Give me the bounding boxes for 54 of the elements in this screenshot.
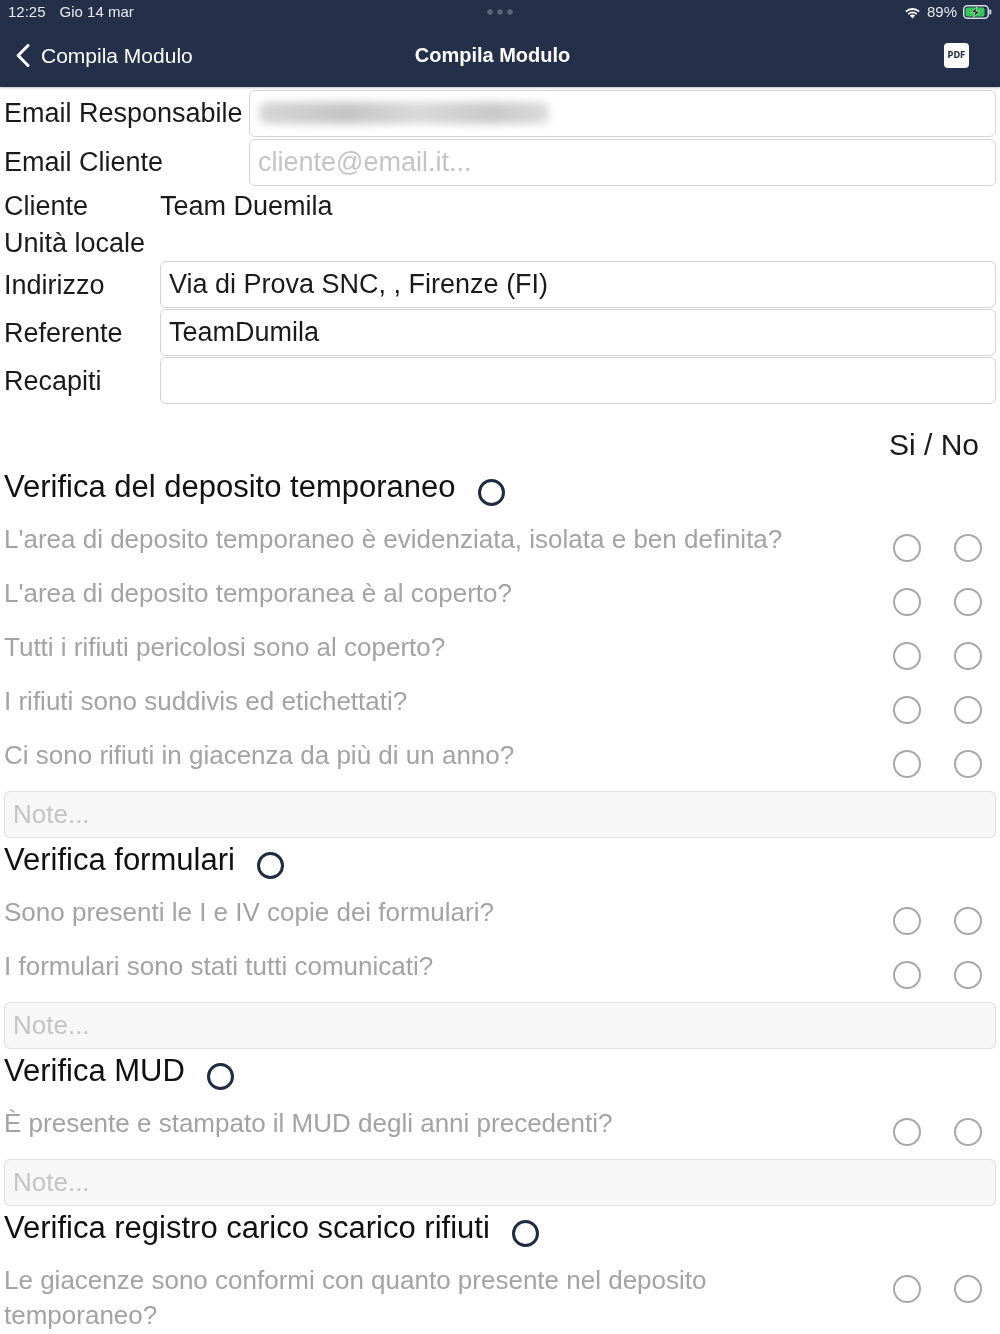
no-radio-button[interactable] [954,750,982,778]
wifi-icon [903,5,921,19]
question-text: I formulari sono stati tutti comunicati? [4,950,435,983]
question-text: Ci sono rifiuti in giacenza da più di un anno? [4,739,516,772]
field-label: Recapiti [4,364,103,398]
question-text: I rifiuti sono suddivis ed etichettati? [4,685,409,718]
back-button[interactable]: Compila Modulo [16,43,193,68]
question-text: Tutti i rifiuti pericolosi sono al coperto? [4,631,447,664]
yes-radio-button[interactable] [893,907,921,935]
section-title: Verifica del deposito temporaneo [4,468,456,506]
no-radio-button[interactable] [954,961,982,989]
input-field[interactable] [160,357,996,404]
field-label: Cliente [4,190,90,223]
no-radio-button[interactable] [954,534,982,562]
yes-radio-button[interactable] [893,696,921,724]
battery-percent: 89% [926,3,957,21]
yes-radio-button[interactable] [893,642,921,670]
nav-title: Compila Modulo [414,44,571,67]
question-text: Le giacenze sono conformi con quanto presente nel deposito temporaneo? [4,1264,708,1332]
field-value: Team Duemila [160,190,334,223]
no-radio-button[interactable] [954,588,982,616]
section-title: Verifica MUD [4,1052,185,1090]
status-date: Gio 14 mar [59,3,134,21]
yes-radio-button[interactable] [893,534,921,562]
chevron-left-icon [16,44,30,67]
field-label: Indirizzo [4,268,106,302]
battery-icon [963,5,992,19]
answer-column-header: Si / No [888,427,979,463]
question-text: È presente e stampato il MUD degli anni precedenti? [4,1107,614,1140]
no-radio-button[interactable] [954,642,982,670]
pdf-button[interactable]: PDF [944,43,969,68]
yes-radio-button[interactable] [893,1118,921,1146]
no-radio-button[interactable] [954,696,982,724]
field-label: Unità locale [4,227,147,260]
input-field[interactable]: TeamDumila [160,309,996,356]
status-time: 12:25 [8,3,46,21]
question-text: L'area di deposito temporaneo è evidenziata, isolata e ben definita? [4,523,784,556]
field-label: Email Responsabile [4,97,244,130]
question-text: Sono presenti le I e IV copie dei formulari? [4,896,495,929]
yes-radio-button[interactable] [893,961,921,989]
three-dots-icon[interactable] [487,9,513,15]
section-title: Verifica formulari [4,841,235,879]
field-label: Referente [4,316,124,350]
no-radio-button[interactable] [954,907,982,935]
yes-radio-button[interactable] [893,588,921,616]
question-text: L'area di deposito temporanea è al coperto? [4,577,513,610]
yes-radio-button[interactable] [893,750,921,778]
yes-radio-button[interactable] [893,1275,921,1303]
input-field[interactable]: Via di Prova SNC, , Firenze (FI) [160,261,996,308]
section-title: Verifica registro carico scarico rifiuti [4,1209,490,1247]
field-label: Email Cliente [4,146,165,179]
email-field[interactable]: cliente@email.it... [249,138,996,186]
no-radio-button[interactable] [954,1275,982,1303]
no-radio-button[interactable] [954,1118,982,1146]
